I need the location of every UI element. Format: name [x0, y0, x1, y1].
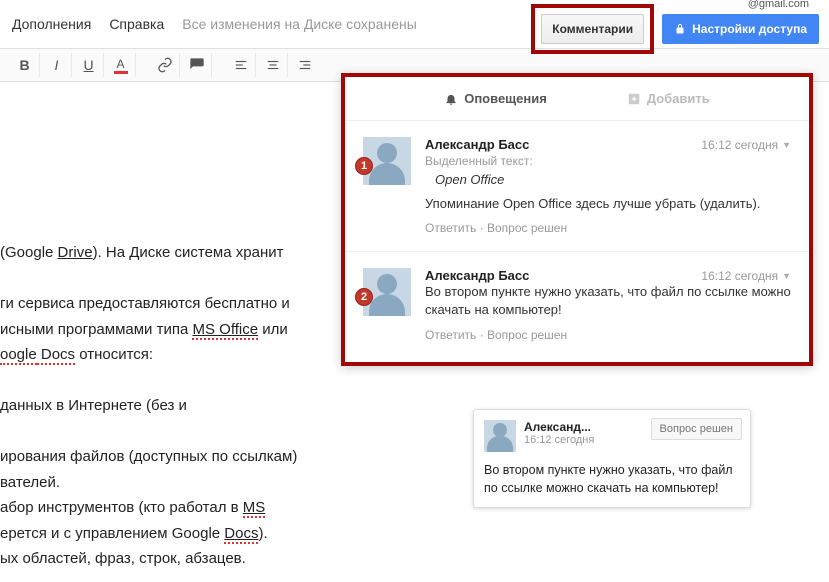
- italic-button[interactable]: I: [42, 53, 72, 77]
- doc-line: ирования файлов (доступных по ссылкам): [0, 444, 450, 470]
- comment-insert-button[interactable]: [182, 53, 212, 77]
- comment-text: Упоминание Open Office здесь лучше убрат…: [425, 195, 791, 213]
- menu-bar: Дополнения Справка: [12, 16, 164, 32]
- dropdown-header: Оповещения Добавить: [345, 77, 809, 121]
- add-comment-tab[interactable]: Добавить: [627, 91, 710, 106]
- comments-highlight: Комментарии: [531, 4, 654, 54]
- underline-button[interactable]: U: [74, 53, 104, 77]
- comment-author: Александр Басс: [425, 268, 529, 283]
- user-email: @gmail.com: [748, 0, 809, 10]
- chevron-down-icon: ▼: [782, 271, 791, 281]
- add-label: Добавить: [647, 91, 710, 106]
- reply-link[interactable]: Ответить: [425, 328, 476, 342]
- bell-icon: [444, 92, 458, 106]
- comment-time[interactable]: 16:12 сегодня▼: [701, 269, 791, 283]
- comment-text: Во втором пункте нужно указать, что файл…: [484, 462, 740, 497]
- doc-line: вателей.: [0, 470, 450, 496]
- doc-line: данных в Интернете (без и: [0, 393, 450, 419]
- save-status: Все изменения на Диске сохранены: [182, 16, 417, 32]
- comments-button[interactable]: Комментарии: [541, 14, 644, 44]
- comment-actions: Ответить · Вопрос решен: [425, 221, 791, 235]
- comment-text: Во втором пункте нужно указать, что файл…: [425, 283, 791, 319]
- avatar: 2: [363, 268, 411, 316]
- comment-badge: 1: [355, 157, 373, 175]
- doc-line: ых областей, фраз, строк, абзацев.: [0, 546, 450, 572]
- selected-text-quote: Open Office: [435, 172, 791, 187]
- menu-help[interactable]: Справка: [109, 16, 164, 32]
- reply-link[interactable]: Ответить: [425, 221, 476, 235]
- notifications-label: Оповещения: [464, 91, 547, 106]
- comment-body: Александр Басс 16:12 сегодня▼ Выделенный…: [425, 137, 791, 235]
- resolved-link[interactable]: Вопрос решен: [487, 221, 567, 235]
- comment-author: Александр Басс: [425, 137, 529, 152]
- comment-author: Александ...: [524, 420, 594, 434]
- notifications-tab[interactable]: Оповещения: [444, 91, 547, 106]
- bold-button[interactable]: B: [10, 53, 40, 77]
- plus-box-icon: [627, 92, 641, 106]
- comment-item[interactable]: 2 Александр Басс 16:12 сегодня▼ Во второ…: [345, 252, 809, 357]
- inline-comment-card[interactable]: Вопрос решен Александ... 16:12 сегодня В…: [473, 409, 751, 508]
- comment-actions: Ответить · Вопрос решен: [425, 328, 791, 342]
- comment-time[interactable]: 16:12 сегодня▼: [701, 138, 791, 152]
- comment-item[interactable]: 1 Александр Басс 16:12 сегодня▼ Выделенн…: [345, 121, 809, 252]
- lock-icon: [674, 23, 686, 35]
- menu-addons[interactable]: Дополнения: [12, 16, 91, 32]
- resolve-button[interactable]: Вопрос решен: [651, 418, 742, 440]
- link-button[interactable]: [150, 53, 180, 77]
- comment-body: Александр Басс 16:12 сегодня▼ Во втором …: [425, 268, 791, 341]
- chevron-down-icon: ▼: [782, 140, 791, 150]
- align-center-button[interactable]: [258, 53, 288, 77]
- doc-line: абор инструментов (кто работал в MS: [0, 495, 450, 521]
- selected-text-label: Выделенный текст:: [425, 154, 791, 168]
- avatar: 1: [363, 137, 411, 185]
- comments-dropdown: Оповещения Добавить 1 Александр Басс 16:…: [341, 73, 813, 366]
- share-label: Настройки доступа: [692, 22, 807, 36]
- top-bar: Дополнения Справка Все изменения на Диск…: [0, 0, 829, 48]
- comment-time: 16:12 сегодня: [524, 434, 594, 446]
- share-button[interactable]: Настройки доступа: [662, 14, 819, 44]
- align-left-button[interactable]: [226, 53, 256, 77]
- resolved-link[interactable]: Вопрос решен: [487, 328, 567, 342]
- avatar: [484, 420, 516, 452]
- topbar-right: Комментарии Настройки доступа: [531, 4, 819, 54]
- align-right-button[interactable]: [290, 53, 320, 77]
- doc-line: ерется и с управлением Google Docs).: [0, 521, 450, 547]
- text-color-button[interactable]: A: [106, 53, 136, 77]
